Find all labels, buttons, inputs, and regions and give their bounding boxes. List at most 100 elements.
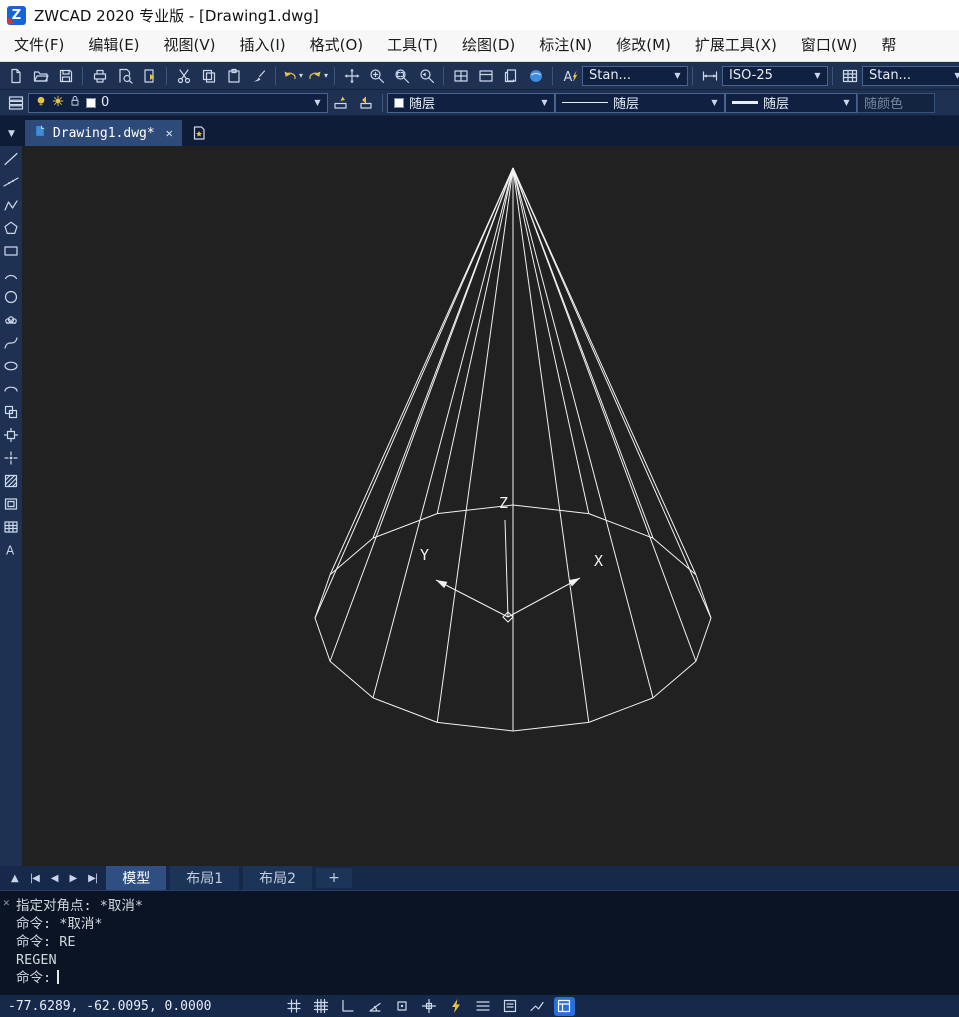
tracking-icon[interactable] [527,997,548,1016]
ellipse-icon[interactable] [2,357,20,375]
properties-icon[interactable] [500,997,521,1016]
pan-icon[interactable] [339,65,364,87]
menu-edit[interactable]: 编辑(E) [76,30,151,61]
zoom-window-icon[interactable] [389,65,414,87]
grid-icon[interactable] [311,997,332,1016]
zoom-realtime-icon[interactable] [364,65,389,87]
arc-icon[interactable] [2,265,20,283]
named-views-icon[interactable] [473,65,498,87]
menu-dimension[interactable]: 标注(N) [527,30,604,61]
preview-icon[interactable] [112,65,137,87]
sheet-set-icon[interactable] [498,65,523,87]
insert-block-icon[interactable] [2,403,20,421]
menu-window[interactable]: 窗口(W) [789,30,870,61]
make-block-icon[interactable] [2,426,20,444]
point-icon[interactable] [2,449,20,467]
toolbar-separator [382,94,383,112]
first-tab-icon[interactable]: |◀ [25,873,44,884]
spline-icon[interactable] [2,334,20,352]
command-close-icon[interactable]: ✕ [3,896,10,909]
menu-draw[interactable]: 绘图(D) [450,30,527,61]
menu-express-tools[interactable]: 扩展工具(X) [683,30,789,61]
make-current-icon[interactable] [328,92,353,114]
layer-previous-icon[interactable] [353,92,378,114]
save-icon[interactable] [53,65,78,87]
model-space-icon[interactable] [554,997,575,1016]
ellipse-arc-icon[interactable] [2,380,20,398]
expand-icon[interactable]: ▲ [6,873,23,884]
open-icon[interactable] [28,65,53,87]
render-icon[interactable] [523,65,548,87]
lineweight-icon[interactable] [473,997,494,1016]
model-viewport[interactable]: XYZ [22,146,959,866]
snap-icon[interactable] [284,997,305,1016]
mtext-icon[interactable]: A [2,541,20,559]
xline-icon[interactable] [2,173,20,191]
text-style-select[interactable]: Stan... ▼ [582,66,688,86]
publish-icon[interactable] [137,65,162,87]
last-tab-icon[interactable]: ▶| [83,873,102,884]
table-style-icon[interactable] [837,65,862,87]
table-style-select[interactable]: Stan... ▼ [862,66,959,86]
add-layout-button[interactable]: + [316,868,352,888]
menu-modify[interactable]: 修改(M) [604,30,683,61]
polygon-icon[interactable] [2,219,20,237]
svg-text:A: A [563,70,572,84]
menu-insert[interactable]: 插入(I) [228,30,298,61]
match-properties-icon[interactable] [246,65,271,87]
hatch-icon[interactable] [2,472,20,490]
rectangle-icon[interactable] [2,242,20,260]
model-canvas[interactable]: XYZ [22,146,959,866]
ortho-icon[interactable] [338,997,359,1016]
linetype-select[interactable]: 随层 ▼ [555,93,725,113]
file-tab-label: Drawing1.dwg* [53,126,155,141]
dim-style-icon[interactable] [697,65,722,87]
zoom-previous-icon[interactable] [414,65,439,87]
menu-view[interactable]: 视图(V) [152,30,228,61]
next-tab-icon[interactable]: ▶ [64,873,81,884]
tab-model[interactable]: 模型 [106,866,166,890]
draw-toolbar: A [0,146,22,866]
new-tab-icon[interactable] [186,120,212,146]
viewports-icon[interactable] [448,65,473,87]
menu-help[interactable]: 帮 [869,30,908,61]
redo-icon[interactable]: ▾ [305,65,330,87]
menu-file[interactable]: 文件(F) [2,30,76,61]
menu-tools[interactable]: 工具(T) [375,30,450,61]
chevron-down-icon: ▼ [708,98,721,107]
layer-value: 0 [101,95,109,110]
tab-layout1[interactable]: 布局1 [170,866,239,890]
new-icon[interactable] [3,65,28,87]
dim-style-select[interactable]: ISO-25 ▼ [722,66,828,86]
circle-icon[interactable] [2,288,20,306]
menu-format[interactable]: 格式(O) [298,30,376,61]
command-window[interactable]: ✕ 指定对角点: *取消* 命令: *取消* 命令: RE REGEN 命令: [0,890,959,995]
copy-icon[interactable] [196,65,221,87]
text-style-icon[interactable]: A [557,65,582,87]
file-tab-active[interactable]: Drawing1.dwg* ✕ [25,120,182,146]
polar-icon[interactable] [365,997,386,1016]
plot-icon[interactable] [87,65,112,87]
polyline-icon[interactable] [2,196,20,214]
revcloud-icon[interactable] [2,311,20,329]
command-prompt[interactable]: 命令: [16,969,959,987]
color-select[interactable]: 随层 ▼ [387,93,555,113]
cut-icon[interactable] [171,65,196,87]
osnap-icon[interactable] [392,997,413,1016]
lineweight-select[interactable]: 随层 ▼ [725,93,857,113]
tab-list-icon[interactable]: ▼ [6,129,21,146]
region-icon[interactable] [2,495,20,513]
dyn-input-icon[interactable] [446,997,467,1016]
close-tab-icon[interactable]: ✕ [162,126,173,140]
prev-tab-icon[interactable]: ◀ [46,873,63,884]
chevron-down-icon: ▼ [811,71,824,80]
file-tab-bar: ▼ Drawing1.dwg* ✕ [0,116,959,146]
line-icon[interactable] [2,150,20,168]
undo-icon[interactable]: ▾ [280,65,305,87]
tab-layout2[interactable]: 布局2 [243,866,312,890]
layer-properties-icon[interactable] [3,92,28,114]
layer-select[interactable]: 0 ▼ [28,93,328,113]
otrack-icon[interactable] [419,997,440,1016]
table-icon[interactable] [2,518,20,536]
paste-icon[interactable] [221,65,246,87]
